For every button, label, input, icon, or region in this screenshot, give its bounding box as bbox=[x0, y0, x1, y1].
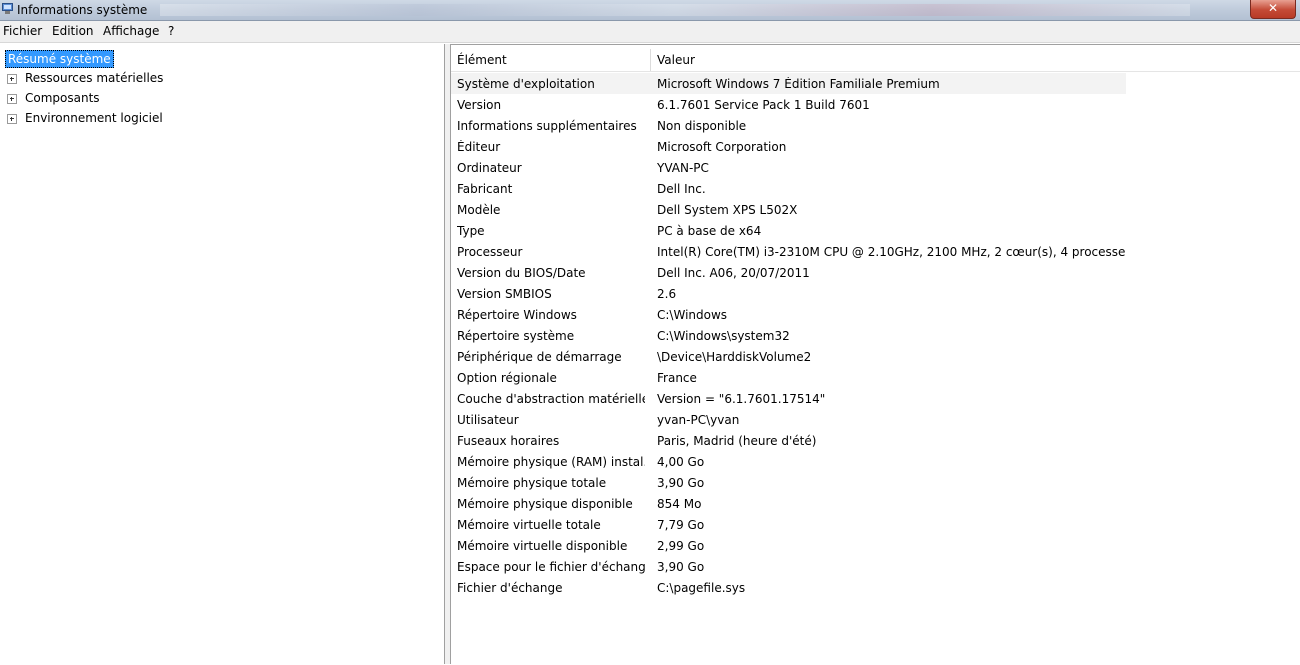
table-row[interactable]: Option régionale France bbox=[451, 367, 1126, 388]
cell-valeur: Non disponible bbox=[657, 119, 747, 133]
tree-item-resume-systeme[interactable]: Résumé système bbox=[5, 50, 114, 68]
table-row[interactable]: Mémoire virtuelle disponible 2,99 Go bbox=[451, 535, 1126, 556]
cell-valeur: 3,90 Go bbox=[657, 476, 705, 490]
cell-valeur: Intel(R) Core(TM) i3-2310M CPU @ 2.10GHz… bbox=[657, 245, 1125, 259]
taskbar-blur bbox=[160, 4, 1190, 16]
cell-element: Ordinateur bbox=[457, 161, 522, 175]
table-row[interactable]: Fabricant Dell Inc. bbox=[451, 178, 1126, 199]
cell-valeur: PC à base de x64 bbox=[657, 224, 762, 238]
table-row[interactable]: Mémoire physique totale 3,90 Go bbox=[451, 472, 1126, 493]
cell-element: Répertoire système bbox=[457, 329, 575, 343]
cell-element: Éditeur bbox=[457, 140, 501, 154]
cell-valeur: France bbox=[657, 371, 697, 385]
cell-valeur: 2,99 Go bbox=[657, 539, 705, 553]
cell-element: Fabricant bbox=[457, 182, 513, 196]
cell-element: Version SMBIOS bbox=[457, 287, 552, 301]
table-row[interactable]: Type PC à base de x64 bbox=[451, 220, 1126, 241]
table-row[interactable]: Fichier d'échange C:\pagefile.sys bbox=[451, 577, 1126, 598]
cell-valeur: yvan-PC\yvan bbox=[657, 413, 740, 427]
column-header-valeur[interactable]: Valeur bbox=[657, 53, 695, 67]
cell-valeur: C:\pagefile.sys bbox=[657, 581, 746, 595]
cell-valeur: Microsoft Windows 7 Édition Familiale Pr… bbox=[657, 77, 940, 91]
title-bar[interactable]: Informations système ✕ bbox=[0, 0, 1300, 21]
cell-element: Répertoire Windows bbox=[457, 308, 577, 322]
table-row[interactable]: Couche d'abstraction matérielle Version =… bbox=[451, 388, 1126, 409]
cell-element: Mémoire virtuelle disponible bbox=[457, 539, 628, 553]
cell-valeur: 2.6 bbox=[657, 287, 677, 301]
table-row[interactable]: Répertoire système C:\Windows\system32 bbox=[451, 325, 1126, 346]
table-row[interactable]: Utilisateur yvan-PC\yvan bbox=[451, 409, 1126, 430]
table-row[interactable]: Mémoire physique (RAM) instal... 4,00 Go bbox=[451, 451, 1126, 472]
cell-valeur: \Device\HarddiskVolume2 bbox=[657, 350, 812, 364]
cell-valeur: Dell System XPS L502X bbox=[657, 203, 798, 217]
cell-valeur: Microsoft Corporation bbox=[657, 140, 787, 154]
cell-valeur: 7,79 Go bbox=[657, 518, 705, 532]
cell-valeur: Version = "6.1.7601.17514" bbox=[657, 392, 826, 406]
cell-element: Mémoire physique (RAM) instal... bbox=[457, 455, 645, 469]
cell-valeur: Paris, Madrid (heure d'été) bbox=[657, 434, 817, 448]
table-row[interactable]: Processeur Intel(R) Core(TM) i3-2310M CPU… bbox=[451, 241, 1126, 262]
cell-element: Mémoire virtuelle totale bbox=[457, 518, 601, 532]
menu-edition[interactable]: Edition bbox=[52, 24, 94, 38]
list-header: Élément Valeur bbox=[451, 49, 1300, 72]
menu-help[interactable]: ? bbox=[168, 24, 174, 38]
cell-element: Couche d'abstraction matérielle bbox=[457, 392, 645, 406]
cell-element: Processeur bbox=[457, 245, 523, 259]
tree-item-label: Composants bbox=[25, 91, 100, 105]
menu-bar: Fichier Edition Affichage ? bbox=[0, 21, 1300, 43]
table-row[interactable]: Informations supplémentaires Non disponib… bbox=[451, 115, 1126, 136]
cell-valeur: Dell Inc. bbox=[657, 182, 706, 196]
expand-plus-icon[interactable] bbox=[7, 114, 17, 124]
table-row[interactable]: Mémoire virtuelle totale 7,79 Go bbox=[451, 514, 1126, 535]
system-info-icon bbox=[2, 3, 13, 14]
details-pane: Élément Valeur Système d'exploitation Mic… bbox=[451, 44, 1300, 665]
cell-element: Modèle bbox=[457, 203, 501, 217]
table-row[interactable]: Répertoire Windows C:\Windows bbox=[451, 304, 1126, 325]
cell-element: Informations supplémentaires bbox=[457, 119, 637, 133]
table-row[interactable]: Version 6.1.7601 Service Pack 1 Build 760… bbox=[451, 94, 1126, 115]
expand-plus-icon[interactable] bbox=[7, 74, 17, 84]
close-icon: ✕ bbox=[1267, 1, 1279, 15]
table-row[interactable]: Système d'exploitation Microsoft Windows … bbox=[451, 73, 1126, 94]
cell-valeur: 3,90 Go bbox=[657, 560, 705, 574]
cell-element: Mémoire physique totale bbox=[457, 476, 607, 490]
cell-valeur: 4,00 Go bbox=[657, 455, 705, 469]
cell-element: Version du BIOS/Date bbox=[457, 266, 586, 280]
menu-affichage[interactable]: Affichage bbox=[103, 24, 159, 38]
cell-valeur: Dell Inc. A06, 20/07/2011 bbox=[657, 266, 810, 280]
close-button[interactable]: ✕ bbox=[1250, 0, 1296, 19]
table-row[interactable]: Mémoire physique disponible 854 Mo bbox=[451, 493, 1126, 514]
column-header-element[interactable]: Élément bbox=[457, 53, 507, 67]
cell-element: Mémoire physique disponible bbox=[457, 497, 633, 511]
cell-element: Utilisateur bbox=[457, 413, 519, 427]
cell-element: Option régionale bbox=[457, 371, 557, 385]
cell-element: Type bbox=[457, 224, 485, 238]
cell-valeur: 6.1.7601 Service Pack 1 Build 7601 bbox=[657, 98, 870, 112]
table-row[interactable]: Éditeur Microsoft Corporation bbox=[451, 136, 1126, 157]
column-divider[interactable] bbox=[650, 49, 651, 71]
window-title: Informations système bbox=[17, 3, 148, 17]
table-row[interactable]: Version SMBIOS 2.6 bbox=[451, 283, 1126, 304]
cell-valeur: C:\Windows\system32 bbox=[657, 329, 790, 343]
cell-valeur: 854 Mo bbox=[657, 497, 702, 511]
expand-plus-icon[interactable] bbox=[7, 94, 17, 104]
cell-valeur: C:\Windows bbox=[657, 308, 728, 322]
table-row[interactable]: Ordinateur YVAN-PC bbox=[451, 157, 1126, 178]
cell-element: Espace pour le fichier d'échange bbox=[457, 560, 645, 574]
table-row[interactable]: Fuseaux horaires Paris, Madrid (heure d'é… bbox=[451, 430, 1126, 451]
table-row[interactable]: Périphérique de démarrage \Device\Harddis… bbox=[451, 346, 1126, 367]
tree-item-label: Ressources matérielles bbox=[25, 71, 164, 85]
table-row[interactable]: Modèle Dell System XPS L502X bbox=[451, 199, 1126, 220]
cell-element: Fuseaux horaires bbox=[457, 434, 560, 448]
cell-valeur: YVAN-PC bbox=[657, 161, 709, 175]
cell-element: Périphérique de démarrage bbox=[457, 350, 622, 364]
cell-element: Version bbox=[457, 98, 502, 112]
menu-fichier[interactable]: Fichier bbox=[3, 24, 42, 38]
tree-pane: Résumé système Ressources matérielles Co… bbox=[0, 44, 445, 664]
table-row[interactable]: Version du BIOS/Date Dell Inc. A06, 20/07… bbox=[451, 262, 1126, 283]
tree-item-label: Environnement logiciel bbox=[25, 111, 163, 125]
cell-element: Système d'exploitation bbox=[457, 77, 595, 91]
table-row[interactable]: Espace pour le fichier d'échange 3,90 Go bbox=[451, 556, 1126, 577]
cell-element: Fichier d'échange bbox=[457, 581, 563, 595]
